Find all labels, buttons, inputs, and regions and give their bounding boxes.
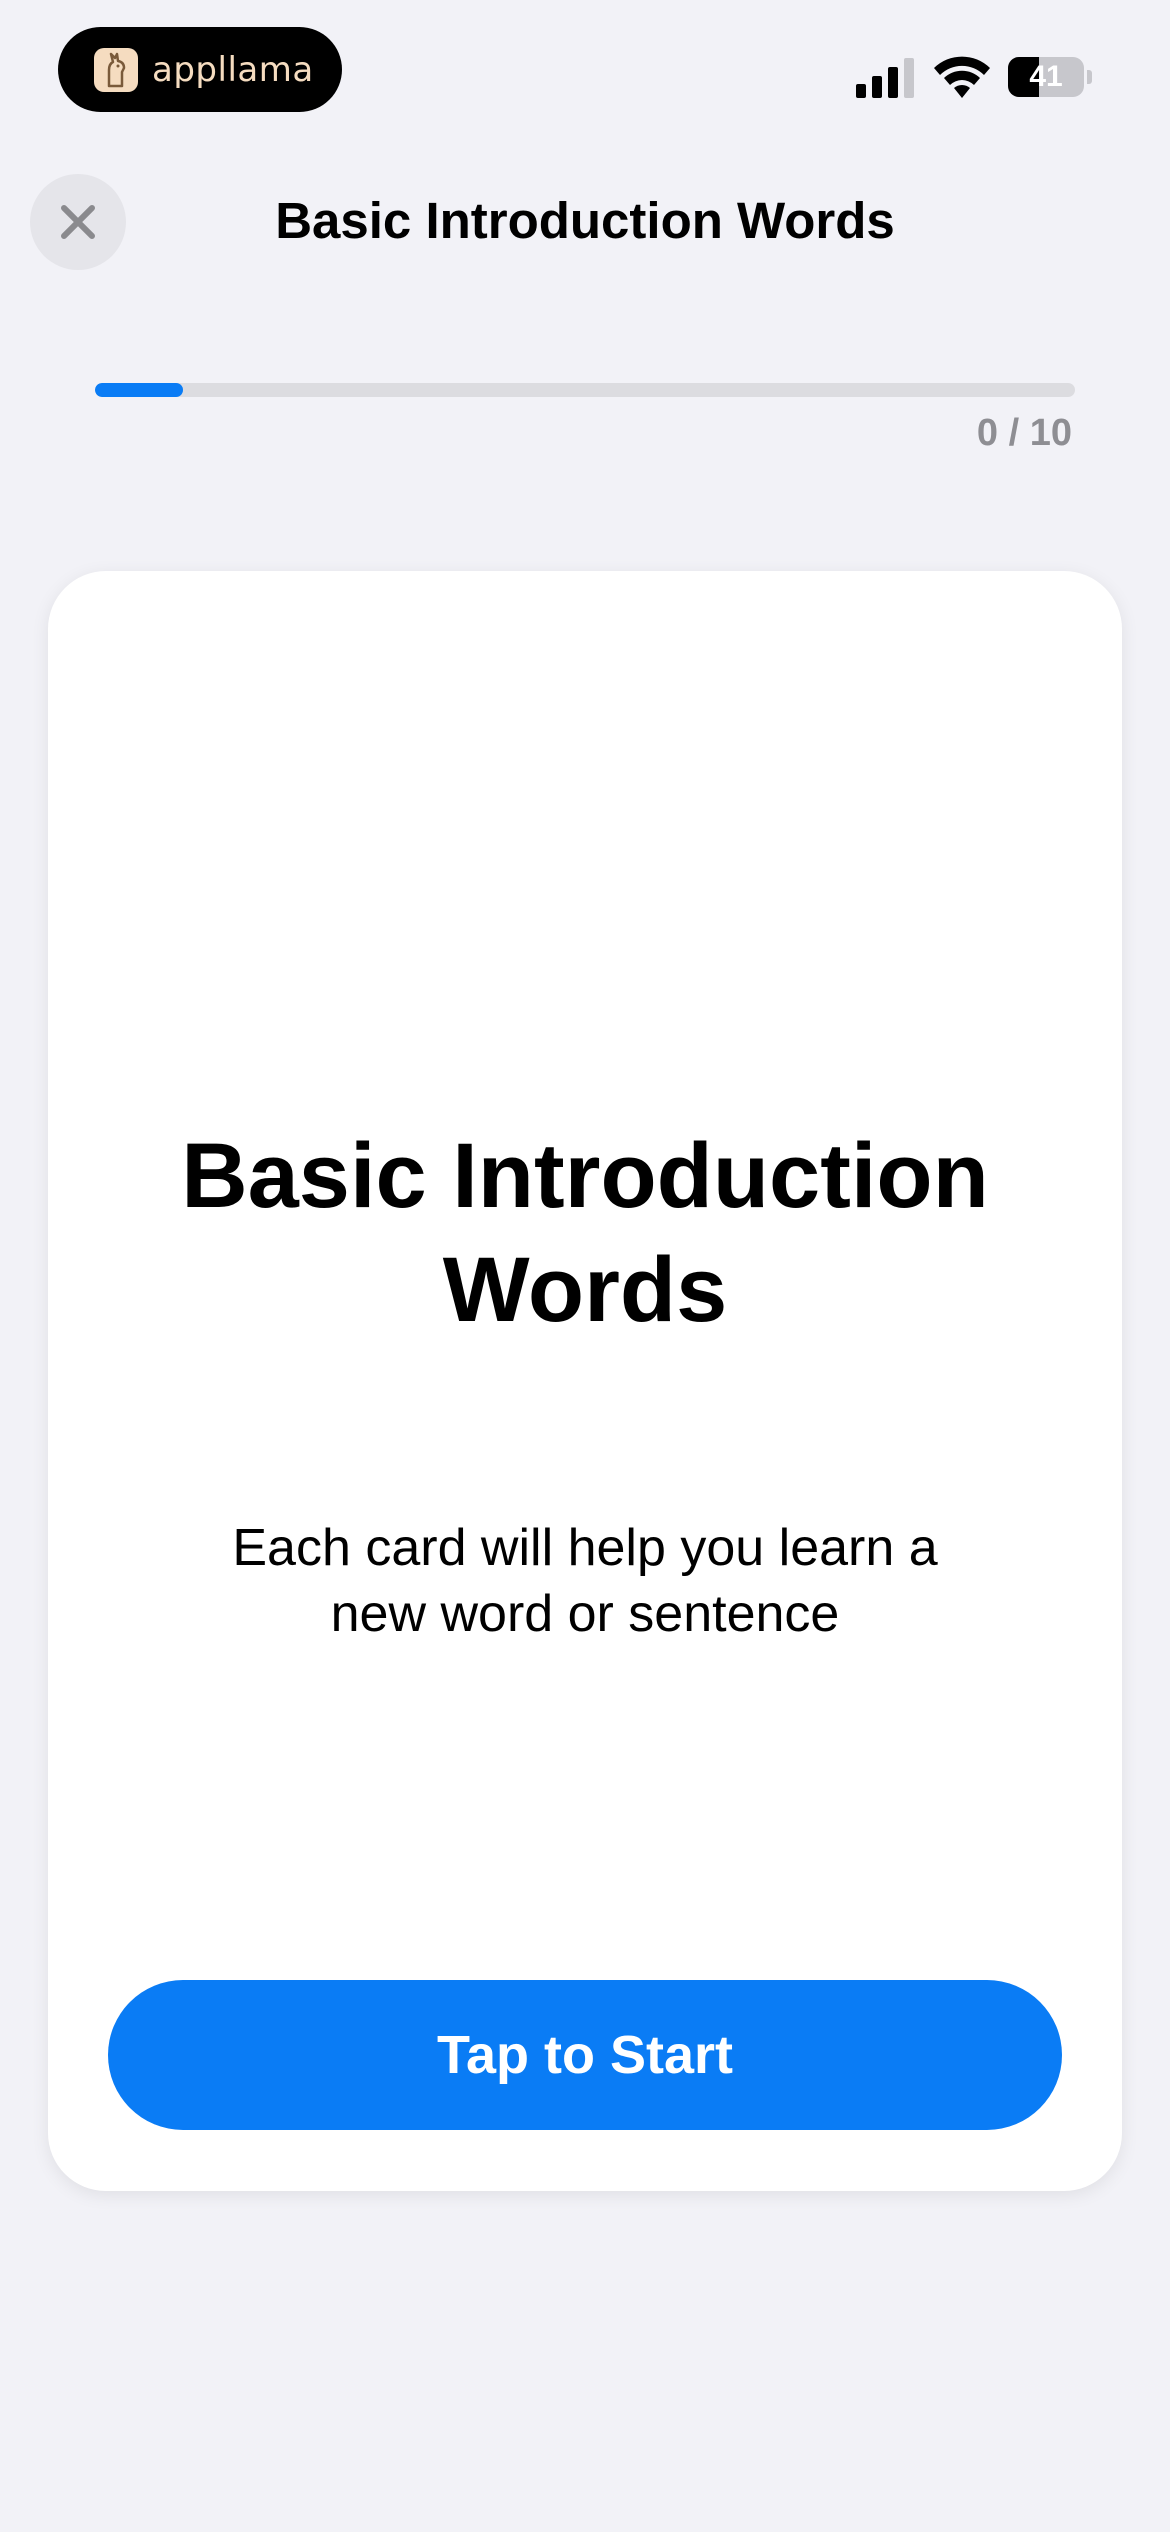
close-icon <box>61 205 95 239</box>
page-title: Basic Introduction Words <box>275 192 895 249</box>
llama-icon <box>94 47 138 92</box>
battery-cap <box>1087 70 1092 84</box>
cellular-signal-icon <box>856 58 914 98</box>
progress-bar-fill <box>95 383 184 397</box>
flashcard[interactable]: Basic Introduction Words Each card will … <box>48 571 1122 2191</box>
battery-level-text: 41 <box>1029 60 1063 93</box>
card-subtitle: Each card will help you learn a new word… <box>232 1519 938 1643</box>
battery-indicator: 41 <box>1008 57 1084 97</box>
tap-to-start-button[interactable]: Tap to Start <box>108 1980 1062 2130</box>
app-name-label: appllama <box>152 49 314 90</box>
app-status-pill[interactable]: appllama <box>58 27 342 112</box>
close-button[interactable] <box>30 174 126 270</box>
progress-counter: 0 / 10 <box>976 412 1072 454</box>
wifi-icon <box>934 56 990 98</box>
progress-bar <box>95 383 1075 397</box>
card-title: Basic Introduction Words <box>181 1125 989 1341</box>
